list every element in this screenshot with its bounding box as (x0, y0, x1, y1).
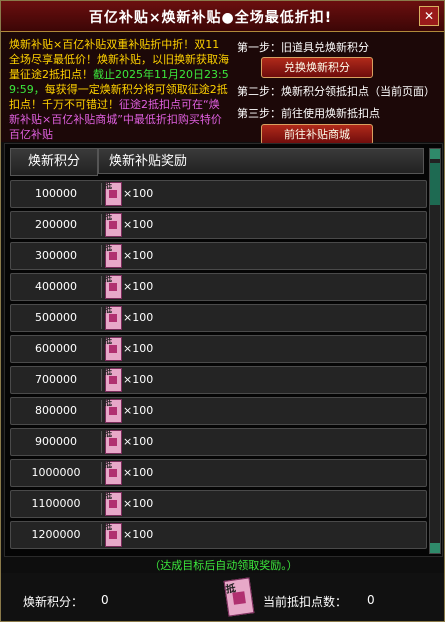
desc-part-5: 千万不可错过！ (42, 98, 119, 111)
title-bar: 百亿补贴×焕新补贴●全场最低折扣! ✕ (1, 1, 444, 32)
deduction-ticket-icon[interactable]: 抵 (104, 274, 122, 299)
table-row: 1000000 抵 ×100 (10, 459, 427, 487)
deduction-ticket-icon[interactable]: 抵 (104, 460, 122, 485)
step-3-text: 第三步：前往使用焕新抵扣点 (237, 107, 380, 120)
row-divider (101, 462, 102, 484)
scroll-up-arrow-icon[interactable] (430, 149, 440, 159)
row-divider (101, 338, 102, 360)
row-divider (101, 524, 102, 546)
auto-claim-note: （达成目标后自动领取奖励。） (149, 559, 298, 572)
row-points: 1100000 (31, 497, 81, 510)
row-divider (101, 276, 102, 298)
table-row: 100000 抵 ×100 (10, 180, 427, 208)
deduct-value: 0 (367, 593, 375, 607)
deduction-ticket-icon[interactable]: 抵 (104, 522, 122, 547)
row-points: 400000 (35, 280, 77, 293)
row-points: 1000000 (31, 466, 81, 479)
row-reward-qty: ×100 (123, 342, 154, 355)
step-1-text: 第一步：旧道具兑焕新积分 (237, 41, 369, 54)
row-divider (101, 431, 102, 453)
table-row: 1100000 抵 ×100 (10, 490, 427, 518)
scroll-down-arrow-icon[interactable] (430, 543, 440, 553)
row-divider (101, 493, 102, 515)
row-reward-qty: ×100 (123, 528, 154, 541)
scrollbar[interactable] (429, 148, 441, 554)
event-window: 百亿补贴×焕新补贴●全场最低折扣! ✕ 焕新补贴×百亿补贴双重补贴折中折！双11… (0, 0, 445, 622)
row-divider (101, 369, 102, 391)
go-to-mall-button[interactable]: 前往补贴商城 (261, 124, 373, 145)
row-points: 900000 (35, 435, 77, 448)
table-row: 700000 抵 ×100 (10, 366, 427, 394)
deduction-ticket-icon: 抵 (223, 577, 255, 617)
row-reward-qty: ×100 (123, 497, 154, 510)
row-divider (101, 400, 102, 422)
row-reward-qty: ×100 (123, 249, 154, 262)
table-row: 400000 抵 ×100 (10, 273, 427, 301)
deduction-ticket-icon[interactable]: 抵 (104, 305, 122, 330)
table-row: 500000 抵 ×100 (10, 304, 427, 332)
points-value: 0 (101, 593, 109, 607)
row-reward-qty: ×100 (123, 373, 154, 386)
row-points: 800000 (35, 404, 77, 417)
row-points: 1200000 (31, 528, 81, 541)
table-row: 1200000 抵 ×100 (10, 521, 427, 549)
close-button[interactable]: ✕ (419, 6, 439, 26)
row-reward-qty: ×100 (123, 404, 154, 417)
row-points: 500000 (35, 311, 77, 324)
instructions-area: 焕新补贴×百亿补贴双重补贴折中折！双11全场尽享最低价！焕新补贴，以旧换新获取海… (1, 32, 444, 145)
table-row: 800000 抵 ×100 (10, 397, 427, 425)
table-header: 焕新积分 焕新补贴奖励 (10, 148, 425, 176)
row-reward-qty: ×100 (123, 280, 154, 293)
deduction-ticket-icon[interactable]: 抵 (104, 429, 122, 454)
reward-table-panel: 焕新积分 焕新补贴奖励 100000 抵 ×100 200000 抵 ×100 300000… (4, 143, 443, 557)
row-divider (101, 183, 102, 205)
deduction-ticket-icon[interactable]: 抵 (104, 398, 122, 423)
row-divider (101, 307, 102, 329)
row-points: 100000 (35, 187, 77, 200)
deduction-ticket-icon[interactable]: 抵 (104, 336, 122, 361)
event-description: 焕新补贴×百亿补贴双重补贴折中折！双11全场尽享最低价！焕新补贴，以旧换新获取海… (9, 37, 229, 142)
deduction-ticket-icon[interactable]: 抵 (104, 243, 122, 268)
points-label: 焕新积分： (23, 595, 84, 609)
step-2-text: 第二步：焕新积分领抵扣点（当前页面） (237, 85, 435, 98)
window-title: 百亿补贴×焕新补贴●全场最低折扣! (88, 10, 333, 26)
table-row: 200000 抵 ×100 (10, 211, 427, 239)
row-divider (101, 245, 102, 267)
row-points: 200000 (35, 218, 77, 231)
row-reward-qty: ×100 (123, 218, 154, 231)
row-points: 700000 (35, 373, 77, 386)
deduction-ticket-icon[interactable]: 抵 (104, 491, 122, 516)
exchange-points-button[interactable]: 兑换焕新积分 (261, 57, 373, 78)
table-row: 600000 抵 ×100 (10, 335, 427, 363)
footer: 焕新积分： 0 抵 当前抵扣点数： 0 (1, 573, 444, 621)
table-row: 900000 抵 ×100 (10, 428, 427, 456)
deduction-ticket-icon[interactable]: 抵 (104, 212, 122, 237)
row-divider (101, 214, 102, 236)
header-points: 焕新积分 (10, 148, 98, 176)
reward-list[interactable]: 100000 抵 ×100 200000 抵 ×100 300000 抵 ×100 400000 抵… (10, 180, 427, 552)
row-points: 300000 (35, 249, 77, 262)
row-reward-qty: ×100 (123, 435, 154, 448)
deduction-ticket-icon[interactable]: 抵 (104, 367, 122, 392)
scroll-thumb[interactable] (430, 163, 440, 205)
row-reward-qty: ×100 (123, 187, 154, 200)
row-reward-qty: ×100 (123, 311, 154, 324)
deduction-ticket-icon[interactable]: 抵 (104, 181, 122, 206)
row-reward-qty: ×100 (123, 466, 154, 479)
table-row: 300000 抵 ×100 (10, 242, 427, 270)
row-points: 600000 (35, 342, 77, 355)
deduct-label: 当前抵扣点数： (263, 595, 348, 609)
header-reward: 焕新补贴奖励 (98, 148, 424, 174)
